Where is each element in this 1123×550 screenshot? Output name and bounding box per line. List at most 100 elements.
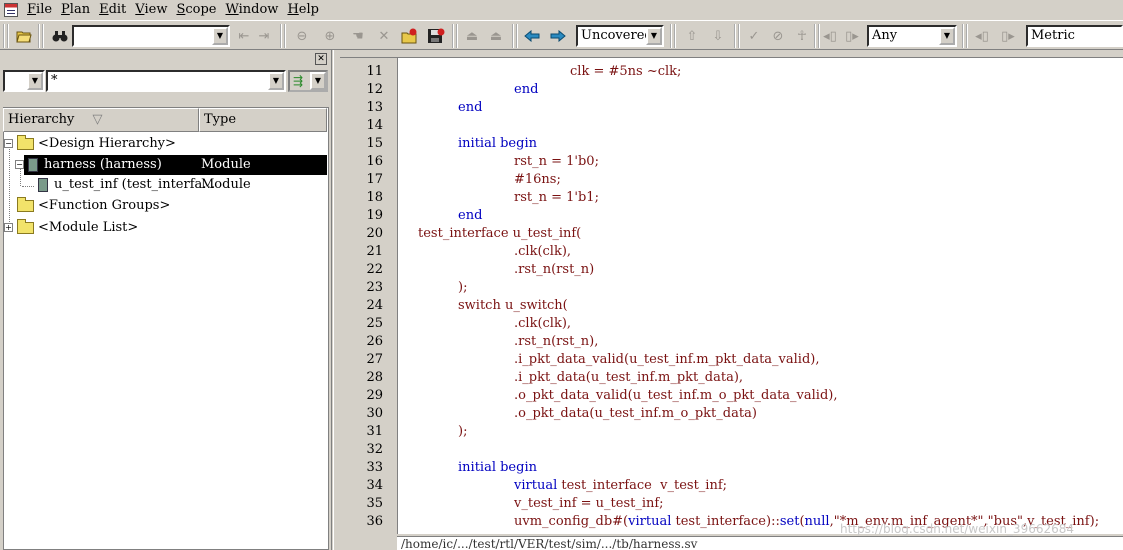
- filter-input-value: *: [51, 73, 58, 88]
- line-number: 21: [366, 244, 383, 259]
- close-icon[interactable]: ✕: [315, 53, 327, 65]
- menu-window-label: indow: [238, 2, 279, 17]
- arrow-right-icon[interactable]: [548, 26, 568, 46]
- chevron-down-icon[interactable]: ▼: [268, 72, 284, 90]
- line-number: 35: [366, 496, 383, 511]
- tree-item-harness[interactable]: harness (harness) Module: [24, 155, 327, 175]
- line-number: 28: [366, 370, 383, 385]
- toolbar-grip[interactable]: [280, 24, 286, 48]
- column-header-hierarchy[interactable]: Hierarchy ▽: [3, 108, 199, 132]
- toolbar-grip[interactable]: [670, 24, 676, 48]
- toolbar-grip[interactable]: [512, 24, 518, 48]
- tree-item-u-test-inf[interactable]: u_test_inf (test_interfa… Module: [24, 175, 327, 195]
- prev-item-icon[interactable]: ◂▯: [820, 26, 840, 46]
- collapse-icon[interactable]: −: [15, 160, 24, 169]
- code-text: #16ns;: [514, 172, 561, 187]
- editor-header: [340, 50, 1123, 58]
- filter-mode-icon: ⇶: [293, 74, 304, 88]
- menu-edit[interactable]: Edit: [96, 0, 132, 20]
- toolbar-grip[interactable]: [452, 24, 458, 48]
- load-icon[interactable]: [400, 26, 420, 46]
- stack-down-icon[interactable]: ⏏: [486, 26, 506, 46]
- metric-filter-select[interactable]: Metric: [1026, 25, 1123, 47]
- filter-input[interactable]: * ▼: [46, 70, 286, 92]
- code-line: .i_pkt_data_valid(u_test_inf.m_pkt_data_…: [514, 351, 820, 369]
- line-number: 27: [366, 352, 383, 367]
- chevron-down-icon[interactable]: ▼: [212, 27, 228, 45]
- code-line: .rst_n(rst_n): [514, 261, 594, 279]
- expand-icon[interactable]: +: [4, 223, 13, 232]
- code-text: rst_n = 1'b0;: [514, 154, 599, 169]
- prev-metric-icon[interactable]: ◂▯: [972, 26, 992, 46]
- watermark: https://blog.csdn.net/weixin_39662684: [840, 522, 1075, 536]
- menu-help[interactable]: Help: [284, 0, 325, 20]
- folder-icon: [17, 197, 34, 212]
- line-number: 16: [366, 154, 383, 169]
- code-keyword: initial begin: [458, 460, 537, 475]
- toolbar-grip[interactable]: [38, 24, 44, 48]
- source-editor[interactable]: clk = #5ns ~clk; end end initial begin rst_n…: [397, 58, 1123, 534]
- menu-edit-mnemonic: E: [99, 2, 109, 17]
- next-metric-icon[interactable]: ▯▸: [998, 26, 1018, 46]
- person-icon[interactable]: ☥: [792, 26, 812, 46]
- any-filter-select[interactable]: Any ▼: [867, 25, 957, 47]
- menu-view[interactable]: View: [132, 0, 173, 20]
- line-number: 15: [366, 136, 383, 151]
- code-line: switch u_switch(: [458, 297, 568, 315]
- code-text: uvm_config_db#(: [514, 514, 629, 529]
- chevron-down-icon[interactable]: ▼: [646, 27, 662, 45]
- search-input[interactable]: ▼: [72, 25, 230, 47]
- menu-scope[interactable]: Scope: [173, 0, 222, 20]
- binoculars-icon[interactable]: [50, 26, 70, 46]
- tree-item-type: Module: [201, 157, 251, 172]
- code-text: switch u_switch(: [458, 298, 568, 313]
- up-arrow-icon[interactable]: ⇧: [682, 26, 702, 46]
- open-folder-icon[interactable]: [14, 26, 34, 46]
- tree-item-function-groups[interactable]: <Function Groups>: [4, 196, 326, 216]
- minus-circle-icon[interactable]: ⊖: [292, 26, 312, 46]
- menu-bar: File Plan Edit View Scope Window Help: [0, 0, 1123, 20]
- menu-window[interactable]: Window: [222, 0, 284, 20]
- line-number: 12: [366, 82, 383, 97]
- code-text: .i_pkt_data(u_test_inf.m_pkt_data),: [514, 370, 744, 385]
- stack-up-icon[interactable]: ⏏: [462, 26, 482, 46]
- save-icon[interactable]: [426, 26, 446, 46]
- menu-plan-label: lan: [69, 2, 91, 17]
- toolbar-grip[interactable]: [3, 24, 9, 48]
- exclude-circle-icon[interactable]: ⊘: [768, 26, 788, 46]
- tree-item-design-hierarchy[interactable]: − <Design Hierarchy>: [4, 134, 326, 154]
- plus-circle-icon[interactable]: ⊕: [320, 26, 340, 46]
- chevron-down-icon[interactable]: ▼: [27, 72, 43, 90]
- code-text: .clk(clk),: [514, 316, 572, 331]
- panel-splitter[interactable]: [333, 50, 340, 550]
- collapse-icon[interactable]: −: [4, 139, 13, 148]
- down-arrow-icon[interactable]: ⇩: [708, 26, 728, 46]
- tree-item-label: u_test_inf (test_interfa…: [54, 177, 216, 192]
- check-circle-icon[interactable]: ✓: [744, 26, 764, 46]
- chevron-down-icon[interactable]: ▼: [310, 72, 326, 90]
- hand-icon[interactable]: ☚: [348, 26, 368, 46]
- toolbar-grip[interactable]: [962, 24, 968, 48]
- filter-mode-button[interactable]: ⇶ ▼: [288, 70, 328, 92]
- find-next-icon[interactable]: ⇥: [254, 26, 274, 46]
- code-line: .rst_n(rst_n),: [514, 333, 598, 351]
- coverage-filter-select[interactable]: Uncovered ▼: [576, 25, 664, 47]
- menu-file-label: ile: [36, 2, 53, 17]
- line-number: 33: [366, 460, 383, 475]
- chevron-down-icon[interactable]: ▼: [939, 27, 955, 45]
- tree-item-module-list[interactable]: + <Module List>: [4, 218, 326, 238]
- scope-select[interactable]: ▼: [3, 70, 45, 92]
- code-line: initial begin: [458, 459, 537, 477]
- code-keyword: null: [804, 514, 830, 529]
- code-text: test_interface u_test_inf(: [418, 226, 582, 241]
- menu-file[interactable]: File: [24, 0, 58, 20]
- find-prev-icon[interactable]: ⇤: [234, 26, 254, 46]
- code-text: test_interface)::: [671, 514, 780, 529]
- toolbar-grip[interactable]: [734, 24, 740, 48]
- delete-icon[interactable]: ✕: [374, 26, 394, 46]
- next-item-icon[interactable]: ▯▸: [842, 26, 862, 46]
- tree-item-label: <Function Groups>: [38, 198, 171, 213]
- menu-plan[interactable]: Plan: [58, 0, 96, 20]
- arrow-left-icon[interactable]: [522, 26, 542, 46]
- column-header-type[interactable]: Type: [199, 108, 327, 132]
